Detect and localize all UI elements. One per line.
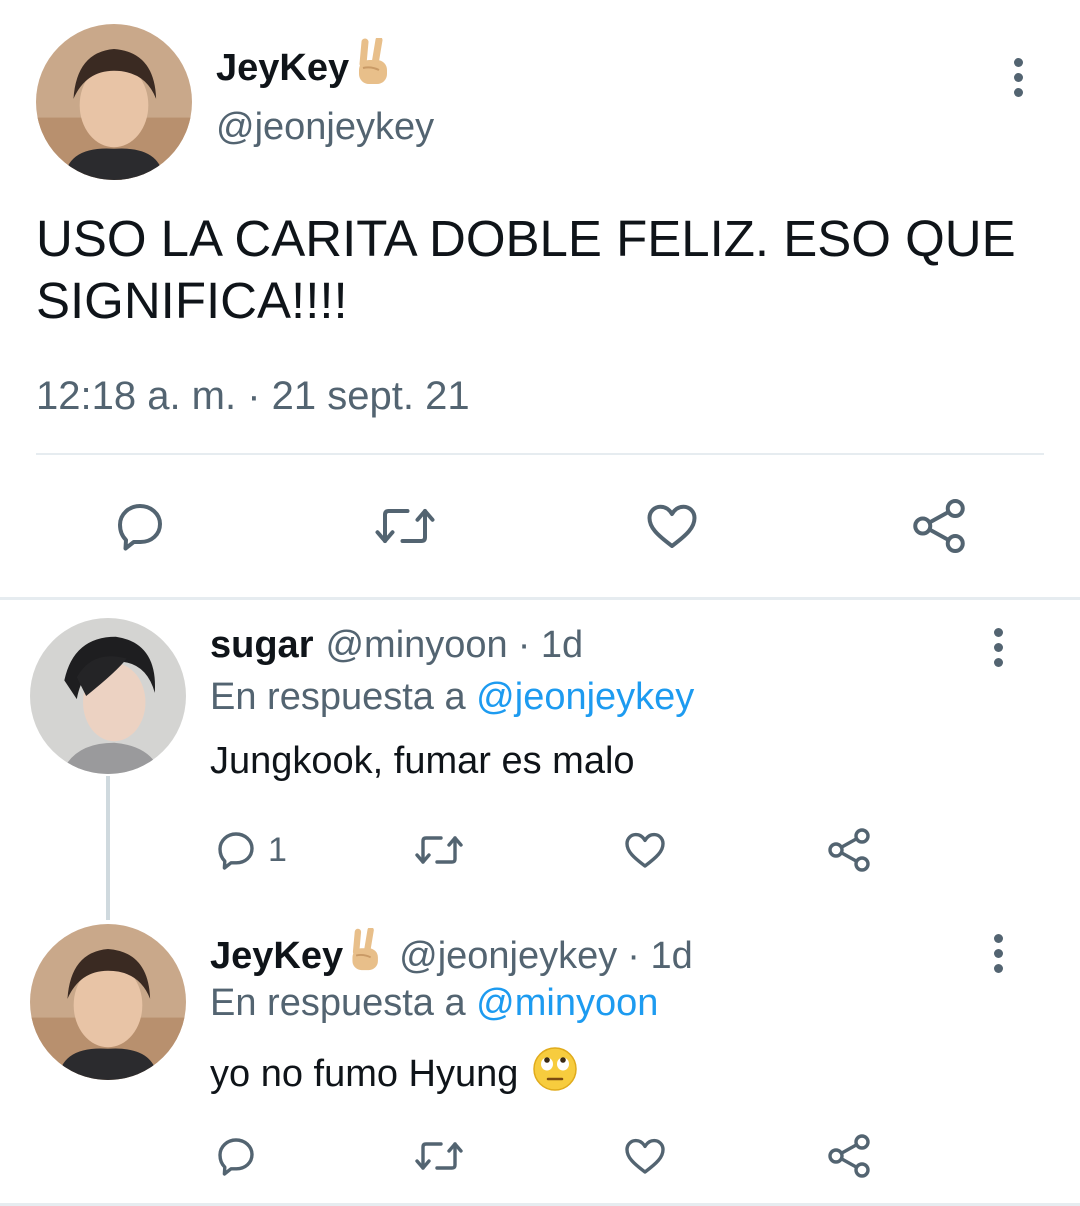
avatar-photo bbox=[30, 618, 186, 774]
reply-button[interactable]: 1 bbox=[212, 826, 287, 874]
tweet-text: USO LA CARITA DOBLE FELIZ. ESO QUE SIGNI… bbox=[36, 210, 1016, 329]
reply-prefix: En respuesta a bbox=[210, 676, 466, 718]
share-icon bbox=[913, 499, 965, 553]
retweet-icon bbox=[415, 1142, 463, 1170]
thread-line bbox=[106, 776, 110, 920]
face-with-rolling-eyes-emoji bbox=[532, 1046, 578, 1102]
share-button[interactable] bbox=[824, 1132, 874, 1180]
reply-display-name: sugar bbox=[210, 624, 314, 666]
retweet-button[interactable] bbox=[412, 826, 466, 874]
like-button[interactable] bbox=[642, 496, 702, 556]
reply-header[interactable]: JeyKey @jeonjeykey · 1d bbox=[210, 926, 693, 984]
reply-button[interactable] bbox=[212, 1132, 260, 1180]
like-icon bbox=[625, 1138, 665, 1174]
avatar-photo bbox=[30, 924, 186, 1080]
reply-button[interactable] bbox=[110, 496, 170, 556]
share-button[interactable] bbox=[824, 826, 874, 874]
reply-to-link[interactable]: @jeonjeykey bbox=[476, 676, 694, 718]
divider bbox=[36, 453, 1044, 455]
main-display-name[interactable]: JeyKey bbox=[216, 36, 397, 98]
reply-avatar-jeykey[interactable] bbox=[30, 924, 186, 1080]
reply-text-content: Jungkook, fumar es malo bbox=[210, 740, 635, 782]
reply-icon bbox=[218, 1138, 254, 1176]
reply-text: yo no fumo Hyung bbox=[210, 1046, 578, 1102]
like-icon bbox=[647, 504, 697, 548]
victory-hand-emoji bbox=[347, 926, 387, 984]
reply-context: En respuesta a @jeonjeykey bbox=[210, 676, 694, 719]
reply-header[interactable]: sugar @minyoon · 1d bbox=[210, 624, 583, 667]
reply-icon bbox=[118, 504, 162, 551]
main-handle[interactable]: @jeonjeykey bbox=[216, 106, 434, 149]
display-name-text: JeyKey bbox=[210, 934, 344, 977]
more-icon[interactable] bbox=[990, 934, 1006, 973]
reply-handle: @minyoon bbox=[325, 624, 508, 666]
share-button[interactable] bbox=[908, 496, 970, 556]
reply-text: Jungkook, fumar es malo bbox=[210, 740, 635, 783]
retweet-button[interactable] bbox=[372, 496, 438, 556]
victory-hand-emoji bbox=[353, 36, 397, 98]
reply-age: · 1d bbox=[517, 624, 584, 666]
main-avatar[interactable] bbox=[36, 24, 192, 180]
reply-age: · 1d bbox=[627, 934, 693, 977]
avatar-photo bbox=[36, 24, 192, 180]
reply-prefix: En respuesta a bbox=[210, 982, 466, 1024]
reply-avatar-sugar[interactable] bbox=[30, 618, 186, 774]
reply-count: 1 bbox=[268, 830, 287, 869]
retweet-button[interactable] bbox=[412, 1132, 466, 1180]
retweet-icon bbox=[375, 509, 435, 543]
like-icon bbox=[625, 832, 665, 868]
like-button[interactable] bbox=[620, 1132, 670, 1180]
reply-display-name: JeyKey bbox=[210, 926, 387, 984]
section-divider bbox=[0, 597, 1080, 600]
share-icon bbox=[828, 828, 870, 872]
reply-to-link[interactable]: @minyoon bbox=[476, 982, 658, 1024]
more-icon[interactable] bbox=[1010, 58, 1026, 97]
share-icon bbox=[828, 1134, 870, 1178]
retweet-icon bbox=[415, 836, 463, 864]
reply-context: En respuesta a @minyoon bbox=[210, 982, 658, 1025]
more-icon[interactable] bbox=[990, 628, 1006, 667]
tweet-timestamp[interactable]: 12:18 a. m. · 21 sept. 21 bbox=[36, 374, 470, 419]
reply-text-content: yo no fumo Hyung bbox=[210, 1052, 519, 1095]
display-name-text: JeyKey bbox=[216, 46, 350, 89]
like-button[interactable] bbox=[620, 826, 670, 874]
reply-handle: @jeonjeykey bbox=[399, 934, 618, 977]
reply-icon bbox=[218, 832, 254, 870]
